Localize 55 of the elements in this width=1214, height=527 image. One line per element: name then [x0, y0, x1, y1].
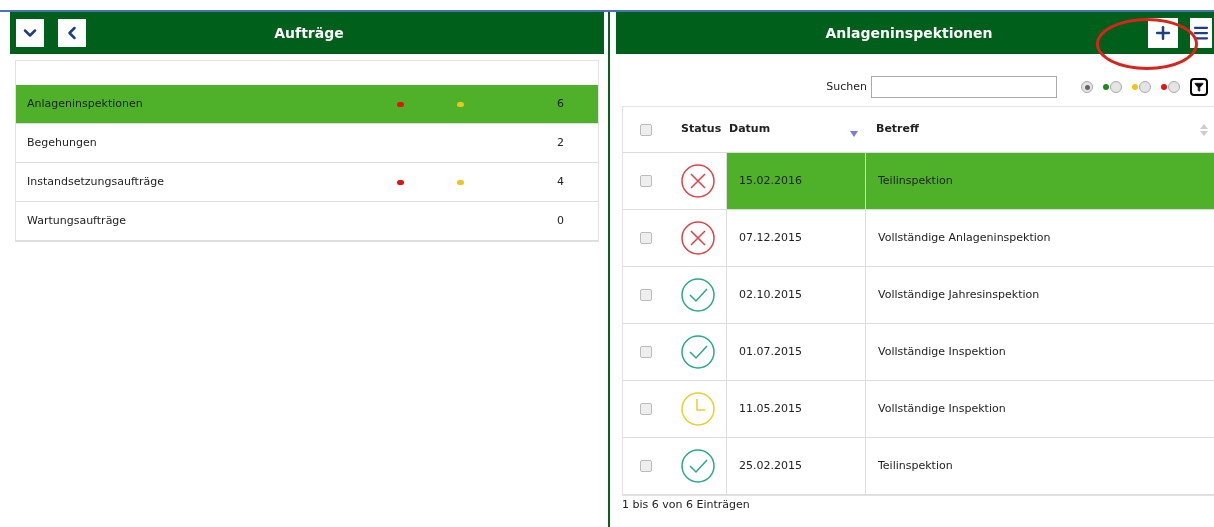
menu-button[interactable]: [1190, 18, 1212, 48]
date-cell-text: 01.07.2015: [739, 343, 802, 360]
filter-radio[interactable]: [1110, 81, 1122, 93]
filter-radio[interactable]: [1081, 81, 1093, 93]
row-checkbox[interactable]: [640, 232, 652, 244]
date-cell-text: 07.12.2015: [739, 229, 802, 246]
row-checkbox[interactable]: [640, 175, 652, 187]
list-item[interactable]: Anlageninspektionen 6: [16, 85, 598, 124]
column-header[interactable]: Datum: [727, 121, 866, 138]
add-button[interactable]: [1148, 18, 1178, 48]
row-checkbox[interactable]: [640, 403, 652, 415]
panel-title: Aufträge: [273, 23, 345, 43]
date-cell-text: 11.05.2015: [739, 400, 802, 417]
sort-desc-icon: [850, 130, 858, 137]
date-cell-text: 02.10.2015: [739, 286, 802, 303]
subject-cell-text: Vollständige Anlageninspektion: [878, 229, 1051, 246]
check-circle-icon: [679, 334, 716, 370]
item-label: Anlageninspektionen: [27, 95, 144, 112]
date-cell-text: 25.02.2015: [739, 457, 802, 474]
panel-title: Anlageninspektionen: [824, 23, 994, 43]
filter-icon[interactable]: [1190, 78, 1208, 96]
date-cell-text: 15.02.2016: [739, 172, 802, 189]
plus-icon: [1153, 23, 1173, 43]
row-checkbox[interactable]: [640, 460, 652, 472]
clock-icon: [679, 391, 716, 427]
subject-cell-text: Teilinspektion: [878, 172, 953, 189]
subject-cell-text: Vollständige Jahresinspektion: [878, 286, 1040, 303]
row-checkbox[interactable]: [640, 123, 652, 136]
search-field[interactable]: [871, 76, 1057, 98]
row-checkbox[interactable]: [640, 346, 652, 358]
sort-icon: [1200, 123, 1208, 136]
subject-cell-text: Vollständige Inspektion: [878, 400, 1006, 417]
check-circle-icon: [679, 448, 716, 484]
item-label: Wartungsaufträge: [27, 212, 128, 229]
back-button[interactable]: [58, 19, 86, 47]
item-label: Begehungen: [27, 134, 98, 151]
cross-circle-icon: [679, 220, 716, 256]
search-label: Suchen: [826, 78, 867, 95]
subject-cell-text: Teilinspektion: [878, 457, 953, 474]
column-header[interactable]: Betreff: [866, 121, 1200, 138]
item-count: 6: [557, 95, 565, 112]
subject-cell-text: Vollständige Inspektion: [878, 343, 1006, 360]
filter-radio[interactable]: [1139, 81, 1151, 93]
column-header[interactable]: Status: [669, 121, 727, 138]
check-circle-icon: [679, 277, 716, 313]
cross-circle-icon: [679, 163, 716, 199]
menu-icon: [1192, 24, 1210, 42]
filter-radio[interactable]: [1168, 81, 1180, 93]
item-count: 0: [557, 212, 565, 229]
row-checkbox[interactable]: [640, 289, 652, 301]
entries-info: 1 bis 6 von 6 Einträgen: [622, 498, 751, 511]
item-count: 4: [557, 173, 565, 190]
collapse-button[interactable]: [16, 19, 44, 47]
item-label: Instandsetzungsaufträge: [27, 173, 165, 190]
item-count: 2: [557, 134, 565, 151]
